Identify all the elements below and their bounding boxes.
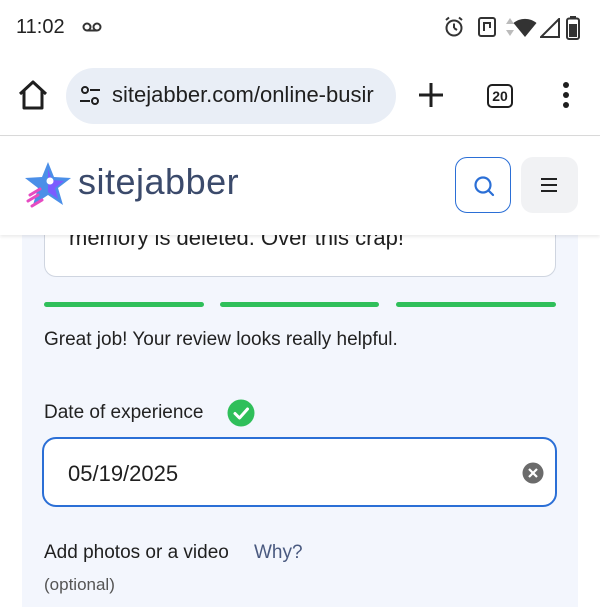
review-form: memory is deleted. Over this crap! Great… (22, 225, 578, 607)
optional-text: (optional) (44, 575, 115, 594)
address-bar[interactable]: sitejabber.com/online-busir (66, 68, 396, 124)
photos-label: Add photos or a video (44, 542, 229, 563)
helpful-message: Great job! Your review looks really help… (44, 329, 398, 350)
date-label: Date of experience (44, 402, 204, 423)
tab-count: 20 (492, 88, 508, 104)
wifi-icon (513, 18, 537, 37)
date-value: 05/19/2025 (68, 461, 179, 486)
progress-segment (44, 302, 204, 307)
home-icon[interactable] (16, 78, 50, 112)
search-icon (474, 176, 495, 197)
alarm-icon (445, 16, 463, 37)
browser-toolbar: sitejabber.com/online-busir 20 (0, 56, 600, 136)
check-circle-icon (227, 399, 255, 427)
status-bar: 11:02 (0, 0, 600, 56)
nfc-icon (478, 17, 496, 37)
date-field[interactable]: 05/19/2025 (42, 437, 557, 507)
status-time: 11:02 (16, 16, 65, 38)
progress-segment (396, 302, 556, 307)
tune-icon[interactable] (78, 84, 102, 108)
site-header: sitejabber (0, 137, 600, 235)
progress-segment (220, 302, 379, 307)
search-button[interactable] (455, 157, 511, 213)
clear-icon[interactable] (522, 462, 544, 484)
why-link[interactable]: Why? (254, 542, 303, 564)
hamburger-menu-icon (541, 178, 557, 192)
url-text: sitejabber.com/online-busir (112, 82, 374, 107)
menu-button[interactable] (521, 157, 578, 213)
signal-icon (540, 18, 560, 38)
logo-text[interactable]: sitejabber (78, 161, 239, 203)
tabs-icon[interactable]: 20 (487, 84, 513, 108)
battery-icon (566, 16, 580, 40)
plus-icon[interactable] (416, 80, 446, 110)
voicemail-icon (82, 22, 102, 32)
more-vert-icon[interactable] (556, 80, 576, 110)
rocket-logo-icon[interactable] (22, 159, 74, 211)
